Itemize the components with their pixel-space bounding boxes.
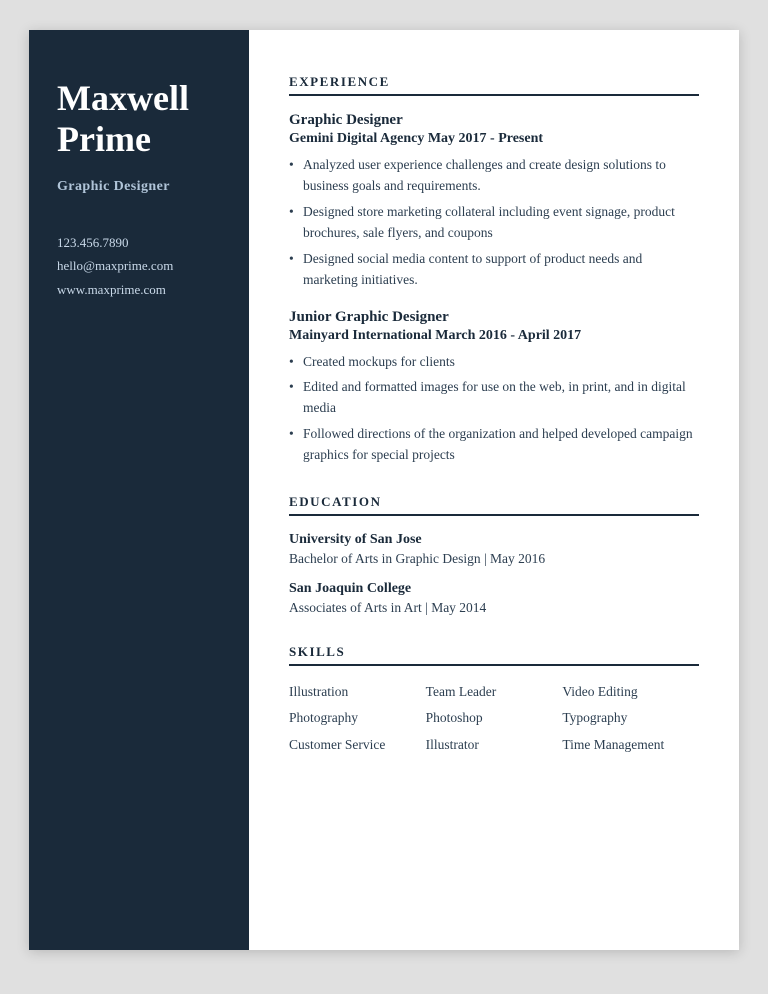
contact-info: 123.456.7890 hello@maxprime.com www.maxp…: [57, 231, 221, 301]
skill-video-editing: Video Editing: [562, 682, 699, 702]
job-1-bullet-3: Designed social media content to support…: [289, 249, 699, 291]
main-content: EXPERIENCE Graphic Designer Gemini Digit…: [249, 30, 739, 950]
skill-photoshop: Photoshop: [426, 708, 563, 728]
job-1: Graphic Designer Gemini Digital Agency M…: [289, 112, 699, 291]
education-title: EDUCATION: [289, 494, 699, 516]
job-2-bullet-3: Followed directions of the organization …: [289, 424, 699, 466]
sidebar: Maxwell Prime Graphic Designer 123.456.7…: [29, 30, 249, 950]
job-2-title: Junior Graphic Designer: [289, 309, 699, 326]
job-2: Junior Graphic Designer Mainyard Interna…: [289, 309, 699, 467]
phone: 123.456.7890: [57, 231, 221, 254]
resume-container: Maxwell Prime Graphic Designer 123.456.7…: [29, 30, 739, 950]
school-2: San Joaquin College Associates of Arts i…: [289, 581, 699, 616]
candidate-title: Graphic Designer: [57, 179, 221, 195]
job-2-bullet-1: Created mockups for clients: [289, 352, 699, 373]
skills-col-1: Illustration Photography Customer Servic…: [289, 682, 426, 755]
skills-col-2: Team Leader Photoshop Illustrator: [426, 682, 563, 755]
skills-col-3: Video Editing Typography Time Management: [562, 682, 699, 755]
skills-grid: Illustration Photography Customer Servic…: [289, 682, 699, 755]
job-2-company-date: Mainyard International March 2016 - Apri…: [289, 328, 699, 344]
candidate-name: Maxwell Prime: [57, 78, 221, 161]
skill-illustration: Illustration: [289, 682, 426, 702]
skill-time-management: Time Management: [562, 735, 699, 755]
job-1-title: Graphic Designer: [289, 112, 699, 129]
school-1-name: University of San Jose: [289, 532, 699, 548]
job-1-company-date: Gemini Digital Agency May 2017 - Present: [289, 131, 699, 147]
email: hello@maxprime.com: [57, 254, 221, 277]
school-2-name: San Joaquin College: [289, 581, 699, 597]
skill-photography: Photography: [289, 708, 426, 728]
job-1-bullet-2: Designed store marketing collateral incl…: [289, 202, 699, 244]
website: www.maxprime.com: [57, 278, 221, 301]
job-1-bullets: Analyzed user experience challenges and …: [289, 155, 699, 291]
skill-team-leader: Team Leader: [426, 682, 563, 702]
skill-customer-service: Customer Service: [289, 735, 426, 755]
skill-typography: Typography: [562, 708, 699, 728]
skills-section: SKILLS Illustration Photography Customer…: [289, 644, 699, 755]
job-2-bullets: Created mockups for clients Edited and f…: [289, 352, 699, 467]
school-1-degree: Bachelor of Arts in Graphic Design | May…: [289, 551, 699, 567]
experience-title: EXPERIENCE: [289, 74, 699, 96]
education-section: EDUCATION University of San Jose Bachelo…: [289, 494, 699, 616]
job-1-bullet-1: Analyzed user experience challenges and …: [289, 155, 699, 197]
experience-section: EXPERIENCE Graphic Designer Gemini Digit…: [289, 74, 699, 466]
skill-illustrator: Illustrator: [426, 735, 563, 755]
school-1: University of San Jose Bachelor of Arts …: [289, 532, 699, 567]
school-2-degree: Associates of Arts in Art | May 2014: [289, 600, 699, 616]
job-2-bullet-2: Edited and formatted images for use on t…: [289, 377, 699, 419]
skills-title: SKILLS: [289, 644, 699, 666]
